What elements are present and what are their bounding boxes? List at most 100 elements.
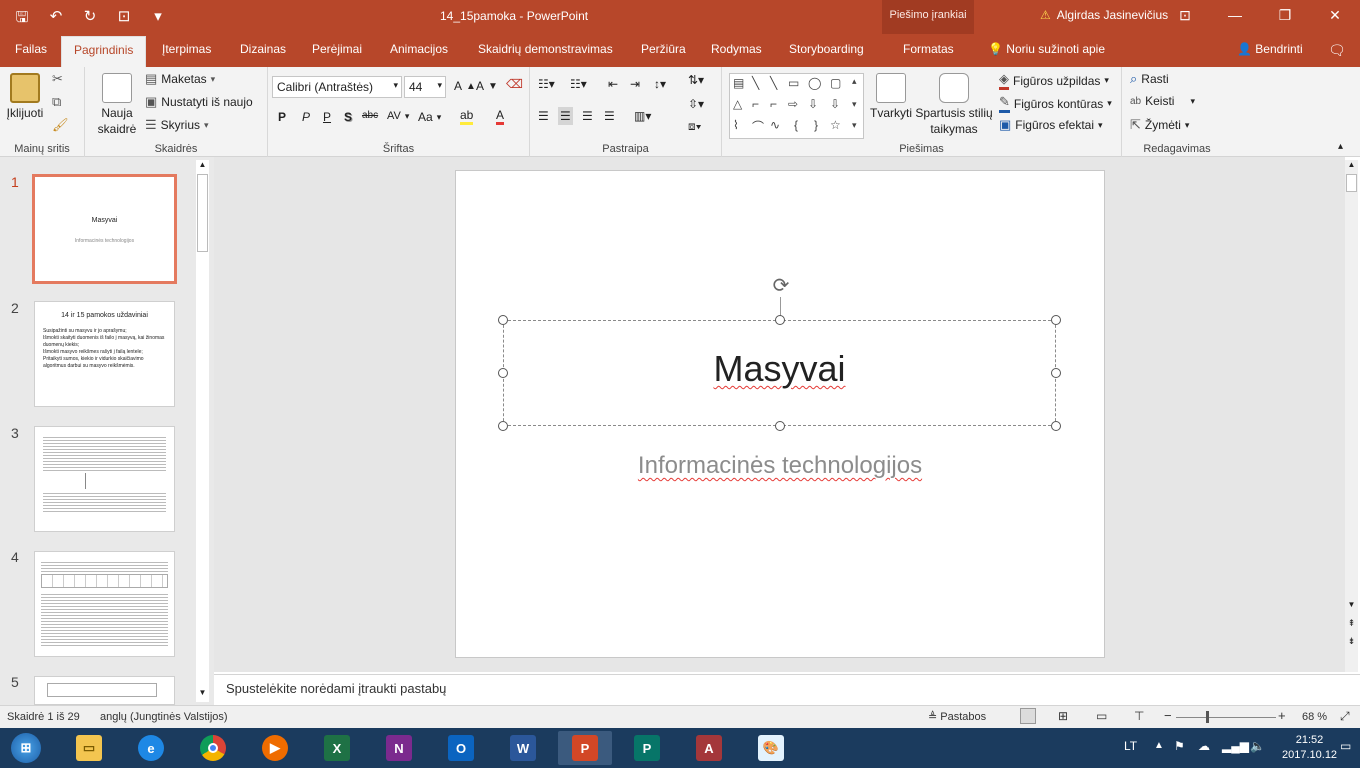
rotate-handle-icon[interactable]: ⟳ [770, 275, 792, 297]
new-slide-button[interactable]: Nauja skaidrė [93, 73, 141, 137]
smartart-icon[interactable]: ⧈▾ [688, 119, 702, 134]
textbox-shape-icon[interactable]: ▤ [733, 76, 744, 90]
shapes-gallery[interactable]: ▤ ╲ ╲ ▭ ◯ ▢ △ ⌐ ⌐ ⇨ ⇩ ⇩ ⌇ ⌒ ∿ { } ☆ ▴ ▾ … [729, 73, 864, 139]
previous-slide-icon[interactable]: ⇞ [1345, 618, 1358, 632]
close-icon[interactable]: ✕ [1310, 0, 1360, 32]
thumb-slide-2[interactable]: 14 ir 15 pamokos uždaviniai Susipažinti … [34, 301, 175, 407]
clock[interactable]: 21:52 2017.10.12 [1282, 733, 1337, 773]
taskbar-paint[interactable]: 🎨 [744, 731, 798, 765]
paste-button[interactable]: Įklijuoti [4, 73, 46, 121]
char-spacing-button[interactable]: AV ▾ [387, 110, 409, 122]
copy-icon[interactable]: ⧉ [52, 94, 61, 110]
font-name-input[interactable]: Calibri (Antraštės) ▾ [272, 76, 402, 98]
volume-icon[interactable]: 🔈 [1250, 739, 1265, 779]
scroll-up-icon[interactable]: ▲ [196, 160, 209, 174]
taskbar-chrome[interactable] [186, 731, 240, 765]
gallery-more-icon[interactable]: ▾ [852, 120, 857, 131]
canvas-scrollbar[interactable]: ▲ ▼ ⇞ ⇟ [1345, 160, 1358, 672]
arrange-button[interactable]: Tvarkyti [867, 73, 915, 121]
slide-title[interactable]: Masyvai [503, 348, 1056, 390]
start-button[interactable]: ⊞ [4, 731, 48, 765]
right-arrow-shape-icon[interactable]: ⇨ [788, 97, 798, 111]
redo-icon[interactable]: ↻ [80, 7, 100, 32]
curve-shape-icon[interactable]: ∿ [770, 118, 780, 132]
thumb-slide-4[interactable] [34, 551, 175, 657]
zoom-level[interactable]: 68 % [1302, 711, 1327, 723]
decrease-indent-icon[interactable]: ⇤ [608, 77, 618, 91]
oval-shape-icon[interactable]: ◯ [808, 76, 821, 90]
reset-button[interactable]: ▣ Nustatyti iš naujo [145, 94, 253, 110]
align-text-icon[interactable]: ⇳▾ [688, 97, 704, 111]
resize-handle[interactable] [498, 315, 508, 325]
tab-slideshow[interactable]: Skaidrių demonstravimas [478, 42, 613, 56]
font-size-input[interactable]: 44 ▾ [404, 76, 446, 98]
zoom-in-icon[interactable]: + [1278, 708, 1286, 723]
action-center-flag-icon[interactable]: ⚑ [1174, 739, 1185, 779]
bullets-icon[interactable]: ☷▾ [538, 77, 555, 91]
increase-indent-icon[interactable]: ⇥ [630, 77, 640, 91]
connector2-shape-icon[interactable]: ⌐ [770, 97, 777, 111]
resize-handle[interactable] [1051, 315, 1061, 325]
taskbar-powerpoint[interactable]: P [558, 731, 612, 765]
undo-icon[interactable]: ↶ [46, 7, 66, 32]
align-right-icon[interactable]: ☰ [582, 109, 593, 123]
tab-design[interactable]: Dizainas [240, 42, 286, 56]
bold-button[interactable]: P [278, 110, 286, 124]
layout-button[interactable]: ▤ Maketas ▾ [145, 71, 215, 87]
scroll-down-icon[interactable]: ▼ [1345, 600, 1358, 614]
taskbar-onenote[interactable]: N [372, 731, 426, 765]
taskbar-excel[interactable]: X [310, 731, 364, 765]
taskbar-file-explorer[interactable]: ▭ [62, 731, 116, 765]
comments-icon[interactable]: 🗨 [1328, 42, 1346, 59]
reading-view-icon[interactable]: ▭ [1096, 709, 1107, 723]
ribbon-display-options-icon[interactable]: ⊡ [1160, 0, 1210, 32]
gallery-scroll-down-icon[interactable]: ▾ [852, 99, 857, 110]
tab-review[interactable]: Peržiūra [641, 42, 686, 56]
align-center-icon[interactable]: ☰ [558, 107, 573, 125]
arc-shape-icon[interactable]: ⌒ [752, 118, 764, 135]
scrollbar-thumb[interactable] [197, 174, 208, 252]
highlight-icon[interactable]: ab [460, 108, 474, 125]
shape-fill-button[interactable]: ◈ Figūros užpildas ▾ [999, 71, 1109, 90]
taskbar-internet-explorer[interactable]: e [124, 731, 178, 765]
section-button[interactable]: ☰ Skyrius ▾ [145, 117, 209, 133]
restore-icon[interactable]: ❐ [1260, 0, 1310, 32]
quick-styles-button[interactable]: Spartusis stilių taikymas [915, 73, 993, 137]
next-slide-icon[interactable]: ⇟ [1345, 636, 1358, 650]
network-signal-icon[interactable]: ▂▄▆ [1222, 739, 1249, 779]
keyboard-language[interactable]: LT [1124, 739, 1137, 779]
rounded-rect-shape-icon[interactable]: ▢ [830, 76, 841, 90]
slide-subtitle[interactable]: Informacinės technologijos [455, 452, 1105, 480]
strikethrough-button[interactable]: abc [362, 110, 378, 121]
tab-view[interactable]: Rodymas [711, 42, 762, 56]
justify-icon[interactable]: ☰ [604, 109, 615, 123]
resize-handle[interactable] [1051, 421, 1061, 431]
minimize-icon[interactable]: — [1210, 0, 1260, 32]
onedrive-cloud-icon[interactable]: ☁ [1198, 739, 1210, 779]
shadow-button[interactable]: S [344, 110, 352, 124]
notes-pane[interactable]: Spustelėkite norėdami įtraukti pastabų [214, 674, 1360, 705]
right-brace-shape-icon[interactable]: } [814, 118, 818, 132]
scroll-down-icon[interactable]: ▼ [196, 688, 209, 702]
tab-insert[interactable]: Įterpimas [162, 42, 211, 56]
rectangle-shape-icon[interactable]: ▭ [788, 76, 799, 90]
tab-transitions[interactable]: Perėjimai [312, 42, 362, 56]
shape-effects-button[interactable]: ▣ Figūros efektai ▾ [999, 117, 1103, 133]
customize-qat-icon[interactable]: ▾ [148, 7, 168, 32]
decrease-font-icon[interactable]: A ▼ [476, 79, 498, 93]
gallery-scroll-up-icon[interactable]: ▴ [852, 76, 857, 87]
tab-file[interactable]: Failas [15, 42, 47, 56]
line-spacing-icon[interactable]: ↕▾ [654, 77, 666, 91]
left-brace-shape-icon[interactable]: { [794, 118, 798, 132]
taskbar-media-player[interactable]: ▶ [248, 731, 302, 765]
taskbar-word[interactable]: W [496, 731, 550, 765]
resize-handle[interactable] [498, 421, 508, 431]
change-case-button[interactable]: Aa ▾ [418, 110, 441, 124]
thumb-slide-5[interactable] [34, 676, 175, 705]
zoom-out-icon[interactable]: − [1164, 708, 1172, 723]
line-shape-icon[interactable]: ╲ [752, 76, 759, 90]
notes-toggle[interactable]: ≜ Pastabos [928, 710, 986, 723]
italic-button[interactable]: P [302, 110, 310, 124]
down-arrow-shape-icon[interactable]: ⇩ [808, 97, 818, 111]
zoom-slider-thumb[interactable] [1206, 711, 1209, 723]
